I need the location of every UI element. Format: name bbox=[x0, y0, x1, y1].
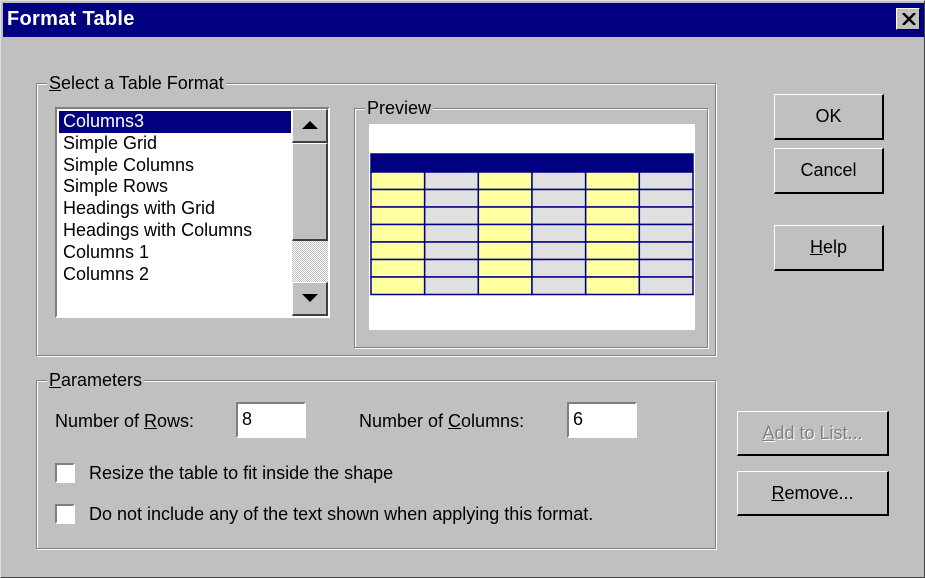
scroll-thumb[interactable] bbox=[292, 143, 328, 241]
columns-input[interactable]: 6 bbox=[567, 402, 637, 438]
preview-cell bbox=[477, 171, 533, 191]
down-arrow-icon bbox=[302, 294, 318, 302]
preview-cell bbox=[423, 171, 480, 191]
list-item[interactable]: Simple Columns bbox=[59, 155, 291, 177]
remove-button[interactable]: Remove... bbox=[737, 471, 889, 516]
preview-cell bbox=[531, 188, 587, 208]
preview-cell bbox=[638, 276, 694, 296]
preview-cell bbox=[584, 171, 641, 191]
preview-cell bbox=[370, 276, 426, 296]
cancel-button[interactable]: Cancel bbox=[774, 148, 884, 194]
preview-cell bbox=[638, 206, 694, 226]
preview-cell bbox=[584, 206, 641, 226]
preview-cell bbox=[477, 206, 533, 226]
preview-cell bbox=[370, 188, 426, 208]
list-item[interactable]: Columns 1 bbox=[59, 242, 291, 264]
preview-cell bbox=[531, 258, 587, 278]
preview-cell bbox=[477, 188, 533, 208]
list-item[interactable]: Simple Rows bbox=[59, 176, 291, 198]
close-icon bbox=[902, 13, 916, 25]
list-item[interactable]: Columns3 bbox=[59, 111, 291, 133]
preview-cell bbox=[370, 206, 426, 226]
preview-cell bbox=[370, 171, 426, 191]
scroll-up-button[interactable] bbox=[292, 109, 328, 143]
no-text-label[interactable]: Do not include any of the text shown whe… bbox=[89, 504, 593, 525]
preview-cell bbox=[531, 206, 587, 226]
preview-cell bbox=[423, 223, 480, 243]
table-format-list[interactable]: Columns3 Simple Grid Simple Columns Simple … bbox=[55, 107, 330, 318]
preview-cell bbox=[477, 223, 533, 243]
rows-input[interactable]: 8 bbox=[236, 402, 306, 438]
list-item[interactable]: Headings with Grid bbox=[59, 198, 291, 220]
preview-cell bbox=[477, 276, 533, 296]
preview-cell bbox=[477, 258, 533, 278]
no-text-checkbox[interactable] bbox=[55, 504, 75, 524]
select-format-legend: Select a Table Format bbox=[47, 72, 226, 94]
rows-label: Number of Rows: bbox=[55, 411, 195, 431]
preview-cell bbox=[423, 276, 480, 296]
ok-button[interactable]: OK bbox=[774, 94, 884, 140]
preview-cell bbox=[638, 241, 694, 261]
preview-cell bbox=[531, 276, 587, 296]
preview-cell bbox=[370, 258, 426, 278]
list-item[interactable]: Simple Grid bbox=[59, 133, 291, 155]
preview-cell bbox=[477, 241, 533, 261]
preview-legend: Preview bbox=[365, 97, 434, 119]
parameters-legend: Parameters bbox=[47, 369, 145, 391]
preview-cell bbox=[584, 188, 641, 208]
preview-cell bbox=[584, 241, 641, 261]
preview-cell bbox=[638, 188, 694, 208]
preview-cell bbox=[638, 223, 694, 243]
close-button[interactable] bbox=[896, 8, 920, 30]
help-button[interactable]: Help bbox=[774, 225, 884, 271]
preview-cell bbox=[584, 258, 641, 278]
columns-label: Number of Columns: bbox=[359, 411, 525, 431]
preview-cell bbox=[584, 223, 641, 243]
preview-cell bbox=[531, 223, 587, 243]
preview-cell bbox=[423, 241, 480, 261]
table-preview bbox=[370, 153, 694, 296]
scroll-down-button[interactable] bbox=[292, 282, 328, 316]
add-to-list-button[interactable]: Add to List... bbox=[737, 411, 889, 456]
scroll-track[interactable] bbox=[292, 241, 328, 282]
preview-cell bbox=[638, 171, 694, 191]
up-arrow-icon bbox=[302, 121, 318, 129]
preview-cell bbox=[423, 206, 480, 226]
preview-cell bbox=[370, 241, 426, 261]
title-bar[interactable]: Format Table bbox=[3, 3, 924, 37]
preview-cell bbox=[531, 241, 587, 261]
preview-cell bbox=[638, 258, 694, 278]
preview-cell bbox=[423, 258, 480, 278]
resize-label[interactable]: Resize the table to fit inside the shape bbox=[89, 463, 393, 484]
window-title: Format Table bbox=[7, 8, 135, 30]
list-item[interactable]: Headings with Columns bbox=[59, 220, 291, 242]
resize-checkbox[interactable] bbox=[55, 463, 75, 483]
preview-header-row bbox=[370, 153, 694, 173]
preview-cell bbox=[531, 171, 587, 191]
preview-cell bbox=[370, 223, 426, 243]
list-item[interactable]: Columns 2 bbox=[59, 264, 291, 286]
preview-cell bbox=[423, 188, 480, 208]
preview-panel bbox=[369, 124, 695, 330]
preview-cell bbox=[584, 276, 641, 296]
list-scrollbar[interactable] bbox=[292, 109, 328, 316]
